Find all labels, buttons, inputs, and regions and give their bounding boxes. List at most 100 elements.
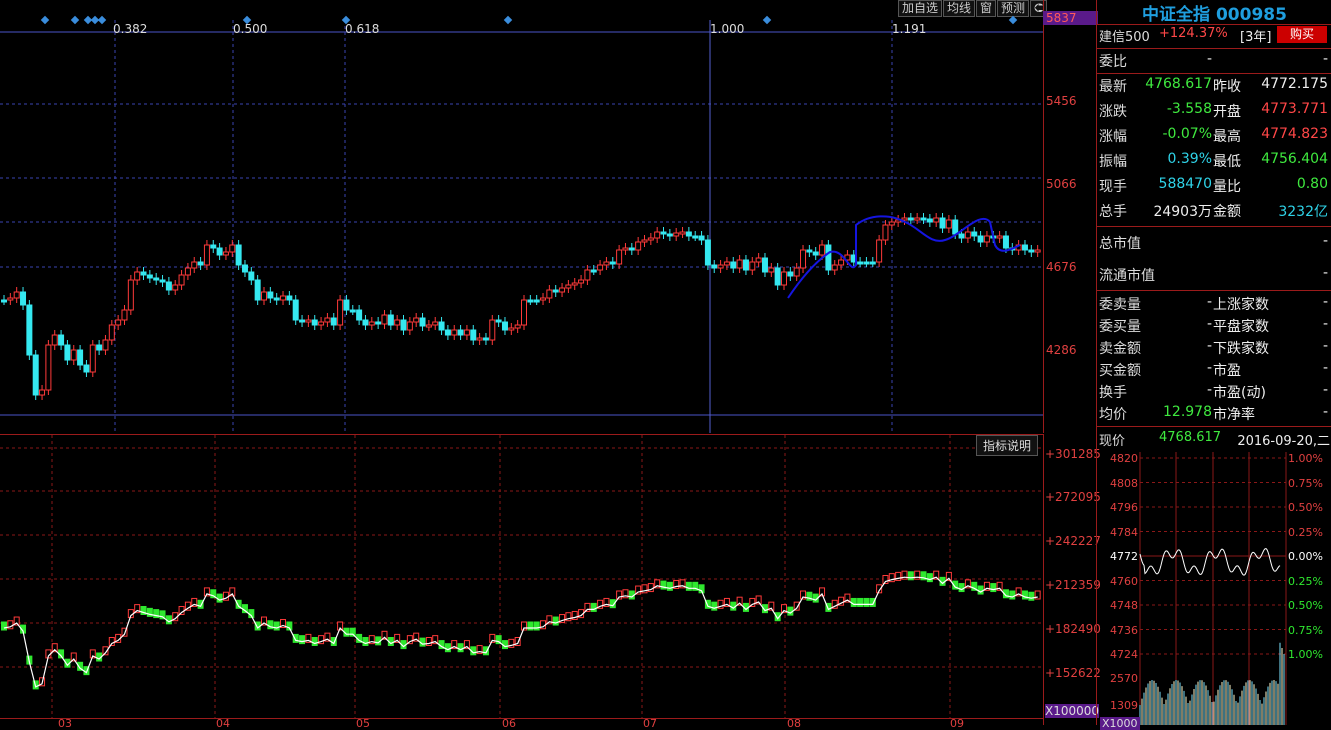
- candle: [362, 319, 369, 326]
- candle: [863, 261, 870, 265]
- amount-label: 金额: [1213, 204, 1241, 220]
- candle: [241, 264, 248, 273]
- indicator-bar: [444, 643, 451, 653]
- add-watchlist-button[interactable]: 加自选: [898, 0, 943, 17]
- price-axis-label: 5456: [1046, 94, 1077, 108]
- candle: [742, 259, 749, 271]
- candle: [666, 233, 673, 237]
- candle: [482, 337, 489, 341]
- price-axis-label: 4286: [1046, 343, 1077, 357]
- stat-label: 平盘家数: [1213, 319, 1269, 335]
- candle: [476, 337, 483, 341]
- candle: [330, 317, 337, 326]
- amount-value: 3232亿: [1278, 204, 1328, 220]
- candle: [597, 264, 604, 271]
- candle: [907, 217, 914, 221]
- indicator-chart[interactable]: [0, 434, 1043, 719]
- amplitude-value: 0.39%: [1167, 151, 1212, 167]
- candle: [273, 297, 280, 301]
- kline-chart[interactable]: [0, 0, 1043, 433]
- indicator-help-button[interactable]: 指标说明: [976, 435, 1039, 456]
- intraday-axis-label: 1309: [1110, 699, 1138, 712]
- indicator-bar: [216, 593, 223, 603]
- stat-value: -: [1322, 294, 1328, 310]
- candle: [527, 299, 534, 303]
- candle: [463, 329, 470, 336]
- candle: [723, 261, 730, 266]
- candle: [1028, 249, 1035, 253]
- intraday-pct-label: 0.50%: [1288, 501, 1323, 514]
- candle: [920, 217, 927, 221]
- stat-value: -: [1322, 338, 1328, 354]
- candle: [685, 231, 692, 237]
- candle: [571, 282, 578, 286]
- candle: [983, 235, 990, 243]
- candle: [869, 261, 876, 265]
- intraday-axis-label: 4724: [1110, 648, 1138, 661]
- candle: [774, 267, 781, 286]
- intraday-axis-label: 4784: [1110, 525, 1138, 539]
- candle: [781, 271, 787, 286]
- candle: [7, 297, 14, 301]
- price-axis-top: 5837: [1043, 11, 1098, 25]
- candle: [514, 324, 521, 329]
- ma-line-button[interactable]: 均线: [943, 0, 976, 17]
- intraday-pct-label: 0.25%: [1288, 525, 1323, 539]
- intraday-pct-label: 0.75%: [1288, 623, 1323, 637]
- open-value: 4773.771: [1261, 101, 1328, 117]
- intraday-pct-label: 0.50%: [1288, 599, 1323, 612]
- candle: [660, 231, 667, 235]
- fund-period: [3年]: [1240, 30, 1272, 45]
- chart-toolbar: 加自选 均线 窗 预测 ⮈: [898, 0, 1048, 17]
- candle: [108, 324, 115, 341]
- candle: [305, 319, 312, 323]
- candle: [787, 271, 794, 277]
- candle: [146, 274, 153, 279]
- candle: [406, 321, 413, 331]
- candle: [444, 329, 451, 336]
- candle: [584, 269, 591, 281]
- candle: [337, 299, 344, 326]
- candle: [419, 317, 426, 327]
- month-label: 09: [950, 717, 964, 730]
- candle: [654, 231, 661, 239]
- stat-value: -: [1322, 316, 1328, 332]
- stat-label: 委卖量: [1099, 297, 1141, 313]
- high-label: 最高: [1213, 129, 1241, 145]
- indicator-bar: [857, 597, 864, 607]
- candle: [178, 274, 185, 286]
- candle: [102, 339, 109, 351]
- candle: [261, 291, 267, 301]
- window-button[interactable]: 窗: [976, 0, 997, 17]
- candle: [971, 231, 978, 237]
- intraday-axis-label: 4796: [1110, 501, 1138, 514]
- change-value: -3.558: [1166, 101, 1212, 117]
- buy-button[interactable]: 购买: [1277, 26, 1327, 43]
- intraday-axis-label: 4772: [1110, 550, 1138, 563]
- stat-label: 市净率: [1213, 407, 1255, 423]
- candle: [609, 261, 616, 265]
- fib-label: 1.000: [710, 22, 745, 36]
- candle: [121, 309, 128, 321]
- candle: [222, 251, 229, 256]
- candle: [216, 247, 223, 256]
- forecast-button[interactable]: 预测: [997, 0, 1030, 17]
- current-vol-label: 现手: [1099, 179, 1127, 195]
- candle: [140, 271, 147, 276]
- indicator-bar: [425, 637, 432, 646]
- stat-value: -: [1206, 316, 1212, 332]
- fund-name[interactable]: 建信500: [1099, 26, 1150, 45]
- stat-label: 均价: [1099, 407, 1127, 423]
- total-vol-label: 总手: [1099, 204, 1127, 220]
- weibi-value: -: [1206, 51, 1212, 67]
- candle: [831, 264, 838, 271]
- candle: [51, 334, 58, 346]
- candle: [89, 344, 96, 373]
- float-cap-value: -: [1322, 265, 1328, 281]
- stat-label: 市盈(动): [1213, 385, 1266, 401]
- candle: [425, 324, 432, 328]
- candle: [590, 269, 597, 273]
- candle: [299, 319, 306, 323]
- candle: [191, 261, 198, 269]
- indicator-axis-label: +152622: [1045, 666, 1101, 680]
